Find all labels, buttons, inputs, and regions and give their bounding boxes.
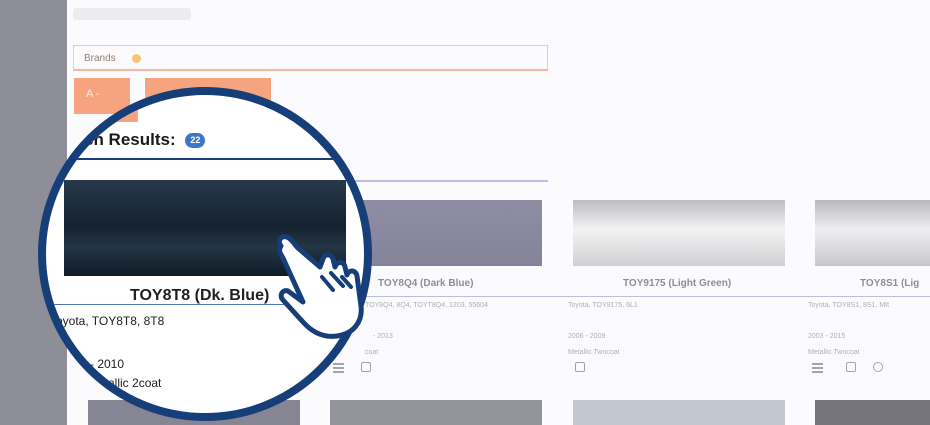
card-years: 2006 - 2009: [568, 333, 606, 340]
share-icon[interactable]: [873, 362, 883, 372]
card-title[interactable]: TOY8Q4 (Dark Blue): [378, 278, 473, 289]
card-finish: Metallic Twocoat: [808, 349, 860, 356]
selected-card-title[interactable]: TOY8T8 (Dk. Blue): [130, 287, 269, 305]
card-codes: Toyota, TOY9175, 6L1: [568, 302, 638, 309]
card-title[interactable]: TOY9175 (Light Green): [623, 278, 731, 289]
results-label: ch Results:: [84, 130, 176, 149]
info-icon[interactable]: [846, 362, 856, 372]
top-input[interactable]: [73, 8, 191, 20]
results-count-badge: 22: [185, 133, 206, 148]
card-years: 2003 - 2015: [808, 333, 846, 340]
card-finish: coat: [365, 349, 379, 356]
paint-swatch[interactable]: [815, 200, 930, 266]
card-finish: Metallic Twocoat: [568, 349, 620, 356]
paint-swatch[interactable]: [815, 400, 930, 425]
brands-label: Brands: [84, 53, 116, 64]
paint-swatch[interactable]: [573, 200, 785, 266]
list-icon[interactable]: [812, 362, 823, 373]
brands-info-icon[interactable]: [132, 54, 141, 63]
selected-card-codes: oyota, TOY8T8, 8T8: [56, 314, 165, 328]
results-heading: ch Results: 22: [84, 130, 206, 150]
selected-card-years: - 2010: [90, 357, 125, 371]
card-years: - 2013: [373, 333, 393, 340]
magnified-results-divider: [70, 158, 364, 160]
card-title[interactable]: TOY8S1 (Lig: [860, 278, 919, 289]
brands-filter[interactable]: Brands: [73, 45, 548, 71]
card-divider: [360, 296, 930, 297]
paint-swatch[interactable]: [573, 400, 785, 425]
card-codes: TOY8Q4, 8Q4, TOYT8Q4, 1203, 55604: [365, 302, 488, 309]
card-codes: Toyota, TOY8S1, 8S1, MIt: [808, 302, 890, 309]
magnified-brand-chip-label: A -: [94, 96, 108, 108]
selected-card-finish: etallic 2coat: [98, 376, 162, 390]
hand-pointer-icon: [276, 234, 364, 339]
info-icon[interactable]: [575, 362, 585, 372]
